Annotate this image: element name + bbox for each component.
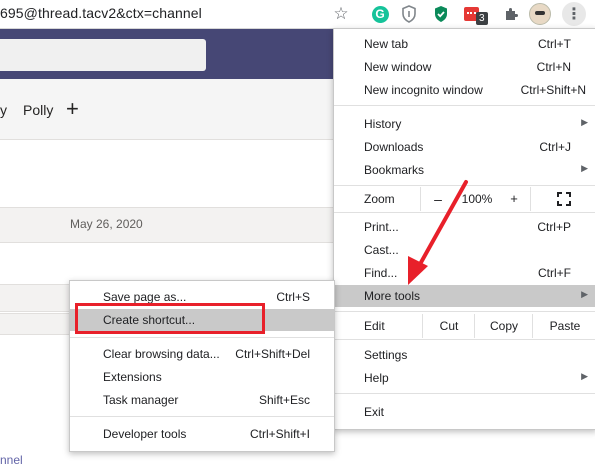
bookmark-star-icon[interactable]: ☆ — [330, 3, 352, 25]
zoom-level: 100% — [461, 192, 493, 206]
grammarly-extension-icon[interactable]: G — [369, 3, 391, 25]
menu-item-label: Downloads — [364, 140, 424, 154]
menu-separator — [334, 311, 595, 312]
menu-item-shortcut: Ctrl+Shift+I — [249, 427, 310, 441]
menu-item-shortcut: Shift+Esc — [258, 393, 310, 407]
submenu-item-clear-browsing[interactable]: Clear browsing data... Ctrl+Shift+Del — [70, 343, 334, 365]
menu-separator — [70, 416, 334, 417]
menu-item-find[interactable]: Find... Ctrl+F — [334, 262, 595, 284]
menu-item-new-incognito[interactable]: New incognito window Ctrl+Shift+N — [334, 79, 595, 101]
menu-item-history[interactable]: History ▶ — [334, 113, 595, 135]
menu-item-new-tab[interactable]: New tab Ctrl+T — [334, 33, 595, 55]
menu-item-label: Bookmarks — [364, 163, 425, 177]
teams-search-box[interactable] — [0, 39, 206, 71]
menu-item-shortcut: Ctrl+N — [536, 60, 571, 74]
profile-avatar[interactable] — [529, 3, 551, 25]
menu-item-shortcut: Ctrl+Shift+Del — [235, 347, 310, 361]
shield-extension-icon[interactable] — [398, 3, 420, 25]
menu-item-downloads[interactable]: Downloads Ctrl+J — [334, 136, 595, 158]
menu-item-print[interactable]: Print... Ctrl+P — [334, 216, 595, 238]
add-tab-icon[interactable]: + — [66, 96, 79, 122]
extensions-puzzle-icon[interactable] — [500, 3, 522, 25]
submenu-item-task-manager[interactable]: Task manager Shift+Esc — [70, 389, 334, 411]
tab-polly[interactable]: Polly — [23, 102, 53, 118]
cut-button[interactable]: Cut — [422, 314, 475, 338]
date-divider — [0, 207, 334, 243]
menu-item-label: Extensions — [103, 370, 162, 384]
menu-item-label: Exit — [364, 405, 385, 419]
copy-button[interactable]: Copy — [474, 314, 533, 338]
grammarly-letter: G — [371, 5, 389, 23]
menu-item-shortcut: Ctrl+P — [537, 220, 571, 234]
menu-separator — [70, 337, 334, 338]
paste-button[interactable]: Paste — [532, 314, 595, 338]
submenu-item-extensions[interactable]: Extensions — [70, 366, 334, 388]
menu-item-label: New window — [364, 60, 432, 74]
menu-separator — [334, 212, 595, 213]
chrome-menu-kebab-icon[interactable]: ⋮ — [562, 2, 586, 26]
submenu-item-developer-tools[interactable]: Developer tools Ctrl+Shift+I — [70, 423, 334, 445]
menu-item-label: Save page as... — [103, 290, 187, 304]
zoom-row: Zoom – 100% + — [334, 187, 595, 211]
menu-item-bookmarks[interactable]: Bookmarks ▶ — [334, 159, 595, 181]
menu-item-label: Print... — [364, 220, 399, 234]
menu-item-label: More tools — [364, 289, 421, 303]
zoom-in-button[interactable]: + — [499, 187, 529, 211]
menu-separator — [334, 105, 595, 106]
menu-item-shortcut: Ctrl+S — [276, 290, 310, 304]
menu-item-shortcut: Ctrl+T — [538, 37, 571, 51]
menu-item-label: History — [364, 117, 402, 131]
submenu-arrow-icon: ▶ — [581, 117, 588, 127]
edit-row: Edit Cut Copy Paste — [334, 314, 595, 338]
menu-separator — [334, 185, 595, 186]
menu-item-label: Clear browsing data... — [103, 347, 220, 361]
menu-item-more-tools[interactable]: More tools ▶ — [334, 285, 595, 307]
extension-badge: 3 — [476, 12, 488, 25]
submenu-arrow-icon: ▶ — [581, 289, 588, 299]
edit-label: Edit — [364, 319, 385, 333]
chrome-main-menu: New tab Ctrl+T New window Ctrl+N New inc… — [333, 28, 595, 430]
channel-link[interactable]: nnel — [0, 453, 23, 467]
browser-toolbar: 695@thread.tacv2&ctx=channel ☆ G 3 ⋮ — [0, 0, 595, 29]
menu-item-help[interactable]: Help ▶ — [334, 367, 595, 389]
tab-partial-label[interactable]: y — [0, 102, 7, 118]
address-bar-url[interactable]: 695@thread.tacv2&ctx=channel — [0, 5, 202, 21]
menu-item-shortcut: Ctrl+F — [538, 266, 571, 280]
menu-item-label: Developer tools — [103, 427, 187, 441]
zoom-out-button[interactable]: – — [420, 187, 455, 211]
zoom-label: Zoom — [364, 192, 395, 206]
menu-item-shortcut: Ctrl+J — [539, 140, 571, 154]
menu-item-shortcut: Ctrl+Shift+N — [520, 83, 586, 97]
menu-item-label: Help — [364, 371, 389, 385]
menu-item-label: Cast... — [364, 243, 399, 257]
menu-separator — [334, 393, 595, 394]
date-label: May 26, 2020 — [70, 217, 143, 231]
menu-item-label: Task manager — [103, 393, 179, 407]
menu-item-settings[interactable]: Settings — [334, 344, 595, 366]
menu-item-cast[interactable]: Cast... — [334, 239, 595, 261]
highlight-box — [75, 303, 265, 334]
menu-item-label: New tab — [364, 37, 409, 51]
fullscreen-icon[interactable] — [530, 187, 595, 211]
menu-separator — [334, 339, 595, 340]
avatar-image — [529, 3, 551, 25]
menu-item-label: New incognito window — [364, 83, 483, 97]
menu-item-label: Settings — [364, 348, 408, 362]
menu-item-new-window[interactable]: New window Ctrl+N — [334, 56, 595, 78]
submenu-arrow-icon: ▶ — [581, 163, 588, 173]
menu-item-label: Find... — [364, 266, 398, 280]
submenu-arrow-icon: ▶ — [581, 371, 588, 381]
menu-item-exit[interactable]: Exit — [334, 401, 595, 423]
shield-check-extension-icon[interactable] — [430, 3, 452, 25]
